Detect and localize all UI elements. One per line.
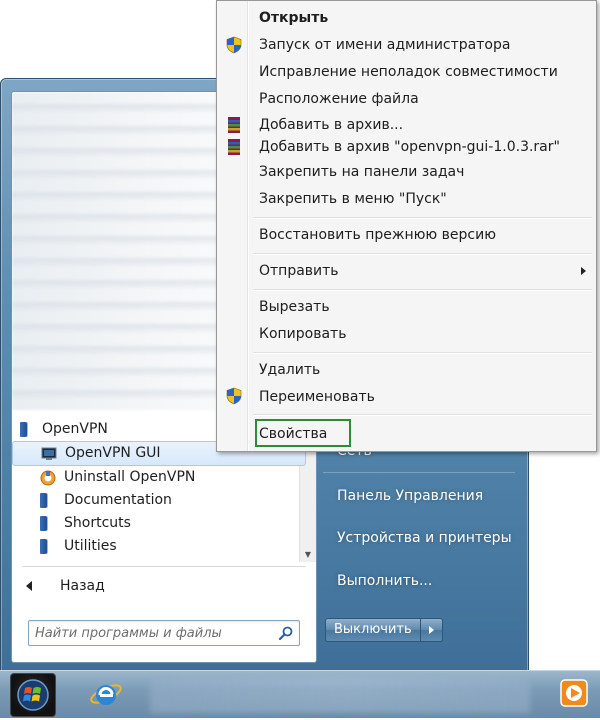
control-panel-link[interactable]: Панель Управления	[337, 488, 483, 504]
search-input[interactable]	[33, 623, 272, 643]
devices-printers-link[interactable]: Устройства и принтеры	[337, 530, 512, 546]
run-link[interactable]: Выполнить...	[337, 573, 432, 589]
scroll-down-icon[interactable]: ▼	[300, 548, 316, 562]
menu-separator	[253, 352, 592, 353]
menu-separator	[253, 289, 592, 290]
uac-shield-icon	[226, 36, 242, 54]
program-folder-shortcuts[interactable]: Shortcuts	[12, 512, 300, 535]
program-label: Documentation	[64, 492, 172, 508]
search-box[interactable]	[28, 620, 300, 646]
uninstall-icon	[40, 470, 56, 486]
folder-icon	[20, 422, 27, 437]
menu-icon-gutter	[247, 1, 248, 451]
shutdown-options-icon[interactable]	[420, 618, 443, 642]
menu-item-properties[interactable]: Свойства	[259, 425, 327, 443]
menu-item-pin-start[interactable]: Закрепить в меню "Пуск"	[259, 190, 447, 208]
shutdown-button[interactable]: Выключить	[325, 618, 421, 642]
back-label: Назад	[60, 578, 105, 594]
menu-item-restore-previous[interactable]: Восстановить прежнюю версию	[259, 226, 496, 244]
menu-item-run-as-admin[interactable]: Запуск от имени администратора	[259, 36, 510, 54]
divider	[323, 472, 515, 473]
shutdown-control: Выключить	[325, 618, 443, 642]
folder-icon	[40, 539, 47, 554]
menu-item-rename[interactable]: Переименовать	[259, 388, 375, 406]
menu-item-cut[interactable]: Вырезать	[259, 298, 330, 316]
menu-item-file-location[interactable]: Расположение файла	[259, 90, 419, 108]
program-label: OpenVPN GUI	[65, 445, 161, 461]
back-button[interactable]: Назад	[12, 572, 312, 600]
program-folder-documentation[interactable]: Documentation	[12, 489, 300, 512]
menu-separator	[253, 217, 592, 218]
menu-item-add-to-named-archive[interactable]: Добавить в архив "openvpn-gui-1.0.3.rar"	[259, 138, 560, 156]
openvpn-gui-icon	[41, 447, 57, 460]
program-item-uninstall-openvpn[interactable]: Uninstall OpenVPN	[12, 466, 300, 489]
uac-shield-icon	[226, 387, 242, 405]
menu-separator	[253, 253, 592, 254]
menu-item-add-to-archive[interactable]: Добавить в архив...	[259, 116, 403, 134]
back-arrow-icon	[26, 581, 32, 591]
winrar-icon	[228, 117, 240, 133]
menu-item-send-to[interactable]: Отправить	[259, 262, 339, 280]
taskbar	[0, 670, 600, 718]
taskbar-blurred-area	[150, 677, 530, 713]
context-menu: Открыть Запуск от имени администратора И…	[216, 0, 597, 452]
windows-logo-icon	[17, 679, 49, 711]
divider	[22, 566, 306, 567]
menu-separator	[253, 414, 592, 415]
program-label: Shortcuts	[64, 515, 131, 531]
internet-explorer-icon[interactable]	[88, 677, 124, 711]
menu-item-pin-taskbar[interactable]: Закрепить на панели задач	[259, 163, 464, 181]
program-label: Utilities	[64, 538, 117, 554]
folder-icon	[40, 516, 47, 531]
program-label: OpenVPN	[42, 421, 108, 437]
program-folder-utilities[interactable]: Utilities	[12, 535, 300, 558]
program-label: Uninstall OpenVPN	[64, 469, 196, 485]
winrar-icon	[228, 139, 240, 155]
menu-item-copy[interactable]: Копировать	[259, 325, 346, 343]
start-button[interactable]	[10, 673, 56, 717]
search-icon[interactable]	[278, 625, 294, 641]
menu-item-troubleshoot-compat[interactable]: Исправление неполадок совместимости	[259, 63, 558, 81]
folder-icon	[40, 493, 47, 508]
menu-item-delete[interactable]: Удалить	[259, 361, 320, 379]
media-player-icon[interactable]	[560, 679, 588, 707]
menu-item-open[interactable]: Открыть	[259, 9, 328, 27]
submenu-arrow-icon	[581, 267, 586, 275]
